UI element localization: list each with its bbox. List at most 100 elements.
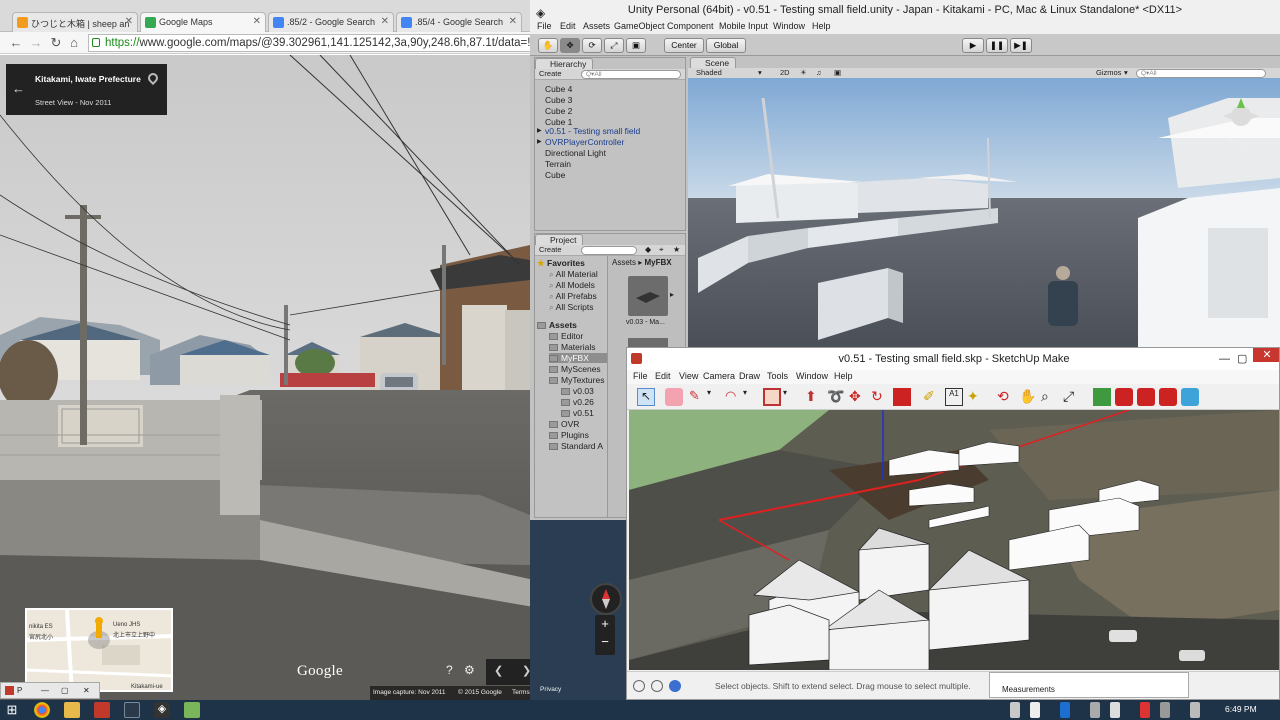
pivot-center-button[interactable]: Center bbox=[664, 38, 704, 53]
menu-file[interactable]: File bbox=[633, 371, 648, 381]
expand-triangle-icon[interactable]: ▶ bbox=[537, 138, 542, 145]
chevron-down-icon[interactable]: ▾ bbox=[707, 388, 725, 406]
chevron-right-icon[interactable]: ❯ bbox=[522, 664, 530, 677]
orbit-icon[interactable]: ⟲ bbox=[997, 388, 1015, 406]
dropbox-icon[interactable] bbox=[1060, 702, 1070, 718]
hierarchy-item[interactable]: Cube 3 bbox=[545, 95, 572, 105]
folder-item[interactable]: Plugins bbox=[549, 430, 589, 440]
asset-thumbnail[interactable] bbox=[628, 276, 668, 316]
browser-tab-3[interactable]: .85/2 - Google Search ✕ bbox=[268, 12, 394, 32]
rotate-icon[interactable]: ↻ bbox=[871, 388, 889, 406]
file-explorer-icon[interactable] bbox=[64, 702, 80, 718]
effects-icon[interactable]: ▣ bbox=[834, 68, 841, 77]
filter-icon[interactable]: ◆ bbox=[645, 245, 651, 254]
home-icon[interactable]: ⌂ bbox=[66, 35, 82, 51]
pencil-icon[interactable]: ✎ bbox=[689, 388, 707, 406]
minimize-icon[interactable]: — bbox=[41, 683, 49, 698]
menu-view[interactable]: View bbox=[679, 371, 698, 381]
scene-viewport[interactable]: Persp bbox=[688, 78, 1280, 348]
move-tool-icon[interactable]: ✥ bbox=[560, 38, 580, 53]
assets-header[interactable]: Assets bbox=[537, 320, 577, 330]
street-view-minimap[interactable]: Ueno JHS 北上市立上野中 nikita ES 宮尻北小 Kitakami… bbox=[25, 608, 173, 692]
shading-mode-dropdown[interactable]: Shaded bbox=[696, 68, 722, 77]
chrome-taskbar-icon[interactable] bbox=[34, 702, 50, 718]
menu-edit[interactable]: Edit bbox=[655, 371, 671, 381]
rectangle-icon[interactable] bbox=[763, 388, 781, 406]
rotate-tool-icon[interactable]: ⟳ bbox=[582, 38, 602, 53]
browser-tab-2[interactable]: Google Maps ✕ bbox=[140, 12, 266, 33]
menu-assets[interactable]: Assets bbox=[583, 21, 610, 31]
zoom-icon[interactable]: ⌕ bbox=[1041, 388, 1059, 406]
help-icon[interactable] bbox=[669, 680, 681, 692]
menu-help[interactable]: Help bbox=[834, 371, 853, 381]
menu-tools[interactable]: Tools bbox=[767, 371, 788, 381]
folder-item[interactable]: OVR bbox=[549, 419, 579, 429]
privacy-link[interactable]: Privacy bbox=[540, 686, 561, 693]
sketchup-taskbar-icon[interactable] bbox=[94, 702, 110, 718]
tray-icon[interactable] bbox=[1140, 702, 1150, 718]
layout-icon[interactable] bbox=[1181, 388, 1199, 406]
arc-icon[interactable]: ◠ bbox=[725, 388, 743, 406]
maximize-icon[interactable]: ▢ bbox=[1237, 348, 1247, 370]
chevron-down-icon[interactable]: ▾ bbox=[758, 68, 762, 77]
volume-icon[interactable] bbox=[1110, 702, 1120, 718]
asset-name[interactable]: v0.03 - Ma... bbox=[626, 319, 665, 326]
start-icon[interactable]: ⊞ bbox=[4, 702, 20, 718]
street-view-panorama[interactable]: ← Kitakami, Iwate Prefecture Street View… bbox=[0, 55, 530, 700]
menu-mobile-input[interactable]: Mobile Input bbox=[719, 21, 768, 31]
zoom-in-icon[interactable]: + bbox=[595, 615, 615, 633]
play-icon[interactable]: ▶ bbox=[962, 38, 984, 53]
chevron-down-icon[interactable]: ▾ bbox=[743, 388, 761, 406]
folder-item[interactable]: v0.03 bbox=[561, 386, 594, 396]
rect-tool-icon[interactable]: ▣ bbox=[626, 38, 646, 53]
hierarchy-item[interactable]: Cube bbox=[545, 170, 565, 180]
map-pin-icon[interactable] bbox=[145, 70, 161, 86]
folder-item[interactable]: v0.26 bbox=[561, 397, 594, 407]
gear-icon[interactable]: ⚙ bbox=[464, 663, 475, 677]
unity-taskbar-icon[interactable]: ◈ bbox=[154, 702, 170, 718]
zoom-out-icon[interactable]: − bbox=[595, 633, 615, 651]
chevron-left-icon[interactable]: ❮ bbox=[494, 664, 503, 677]
offset-icon[interactable] bbox=[893, 388, 911, 406]
light-icon[interactable]: ☀ bbox=[800, 68, 807, 77]
menu-edit[interactable]: Edit bbox=[560, 21, 576, 31]
folder-item[interactable]: v0.51 bbox=[561, 408, 594, 418]
warehouse-icon[interactable] bbox=[1115, 388, 1133, 406]
photo-filmstrip[interactable]: ❮ ❯ ⌃ bbox=[486, 659, 530, 685]
hierarchy-item[interactable]: Cube 2 bbox=[545, 106, 572, 116]
minimize-icon[interactable]: — bbox=[1219, 348, 1230, 370]
folder-item[interactable]: Materials bbox=[549, 342, 595, 352]
minimized-window[interactable]: P — ▢ ✕ bbox=[0, 682, 100, 699]
pivot-space-button[interactable]: Global bbox=[706, 38, 746, 53]
menu-draw[interactable]: Draw bbox=[739, 371, 760, 381]
measurements-box[interactable]: Measurements bbox=[989, 672, 1189, 698]
star-icon[interactable]: ★ bbox=[673, 245, 680, 254]
move-icon[interactable]: ✥ bbox=[849, 388, 867, 406]
folder-item[interactable]: Editor bbox=[549, 331, 583, 341]
close-tab-icon[interactable]: ✕ bbox=[125, 16, 133, 27]
expand-triangle-icon[interactable]: ▶ bbox=[537, 127, 542, 134]
favorite-item[interactable]: ⌕ All Scripts bbox=[549, 302, 593, 313]
geo-location-icon[interactable] bbox=[633, 680, 645, 692]
menu-window[interactable]: Window bbox=[773, 21, 805, 31]
favorites-header[interactable]: ★ Favorites bbox=[537, 258, 585, 269]
sketchup-viewport[interactable] bbox=[629, 410, 1279, 670]
menu-gameobject[interactable]: GameObject bbox=[614, 21, 665, 31]
menu-component[interactable]: Component bbox=[667, 21, 714, 31]
zoom-extents-icon[interactable]: ⤢ bbox=[1063, 388, 1081, 406]
hand-tool-icon[interactable]: ✋ bbox=[538, 38, 558, 53]
favorite-item[interactable]: ⌕ All Models bbox=[549, 280, 595, 291]
folder-item[interactable]: Standard A bbox=[549, 441, 603, 451]
back-arrow-icon[interactable]: ← bbox=[12, 81, 25, 96]
folder-item-selected[interactable]: MyFBX bbox=[549, 353, 607, 363]
tag-icon[interactable]: ⌖ bbox=[659, 245, 664, 255]
add-location-icon[interactable] bbox=[1093, 388, 1111, 406]
menu-window[interactable]: Window bbox=[796, 371, 828, 381]
push-pull-icon[interactable]: ⬆ bbox=[805, 388, 823, 406]
pan-icon[interactable]: ✋ bbox=[1019, 388, 1037, 406]
close-tab-icon[interactable]: ✕ bbox=[253, 16, 261, 27]
minecraft-icon[interactable] bbox=[184, 702, 200, 718]
close-icon[interactable]: ✕ bbox=[83, 683, 90, 698]
browser-tab-4[interactable]: .85/4 - Google Search ✕ bbox=[396, 12, 522, 32]
play-preview-icon[interactable]: ▸ bbox=[670, 290, 674, 299]
